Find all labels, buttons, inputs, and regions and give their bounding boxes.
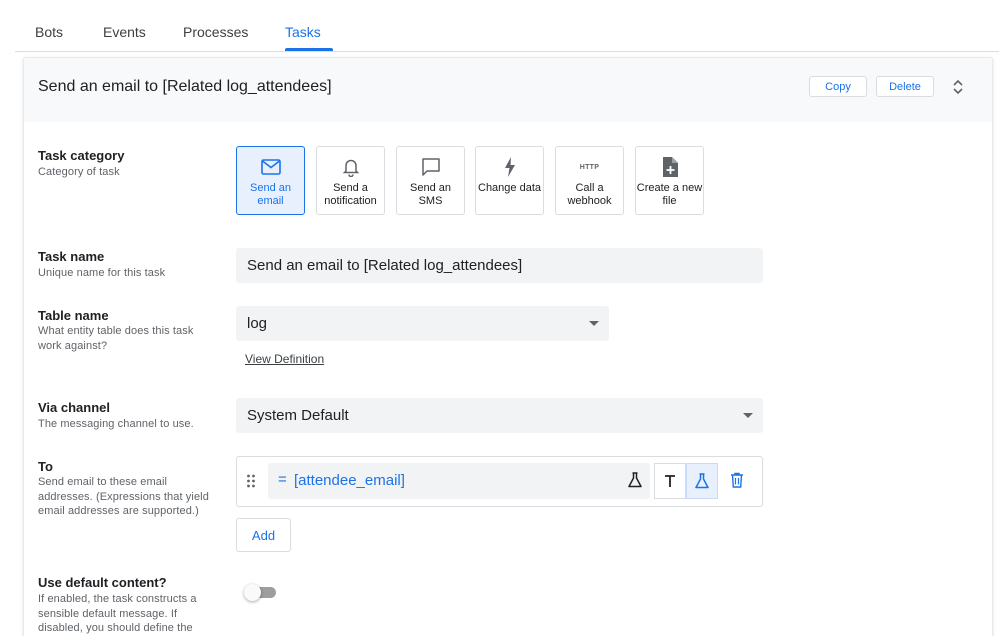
delete-button[interactable]: Delete — [876, 76, 934, 97]
task-name-input[interactable]: Send an email to [Related log_attendees] — [236, 248, 763, 283]
table-name-select[interactable]: log — [236, 306, 609, 341]
task-name-sublabel: Unique name for this task — [38, 267, 166, 279]
task-card-header: Send an email to [Related log_attendees]… — [24, 58, 992, 122]
via-channel-sublabel: The messaging channel to use. — [38, 418, 194, 430]
via-channel-value: System Default — [247, 407, 349, 424]
category-label: Call a webhook — [567, 182, 612, 207]
category-label: Create a new file — [636, 182, 703, 207]
use-default-content-toggle[interactable] — [244, 584, 278, 601]
bell-icon — [340, 156, 362, 178]
task-name-value: Send an email to [Related log_attendees] — [247, 257, 523, 274]
dropdown-caret-icon — [743, 413, 753, 418]
category-send-email[interactable]: Send an email — [236, 146, 305, 215]
task-category-sublabel: Category of task — [38, 166, 120, 178]
task-card: Send an email to [Related log_attendees]… — [23, 57, 993, 636]
table-name-label: Table name — [38, 308, 109, 323]
use-default-content-label: Use default content? — [38, 575, 167, 590]
expand-collapse-icon[interactable] — [951, 78, 965, 96]
to-expression-input[interactable]: = [attendee_email] — [268, 463, 650, 499]
to-list-item: = [attendee_email] — [236, 456, 763, 507]
tab-events[interactable]: Events — [103, 24, 146, 40]
via-channel-select[interactable]: System Default — [236, 398, 763, 433]
drag-handle-icon[interactable] — [246, 474, 256, 488]
category-create-file[interactable]: Create a new file — [635, 146, 704, 215]
category-label: Change data — [478, 182, 541, 194]
tab-bar: Bots Events Processes Tasks — [15, 0, 999, 52]
tab-processes[interactable]: Processes — [183, 24, 248, 40]
http-icon-text: HTTP — [579, 163, 600, 171]
expression-equals: = — [278, 471, 287, 488]
copy-button[interactable]: Copy — [809, 76, 867, 97]
task-title: Send an email to [Related log_attendees] — [38, 78, 332, 95]
to-label: To — [38, 459, 53, 474]
table-name-sublabel: What entity table does this task work ag… — [38, 325, 194, 352]
category-label: Send a notification — [324, 182, 377, 207]
category-label: Send an email — [250, 182, 291, 207]
tab-bots[interactable]: Bots — [35, 24, 63, 40]
mail-icon — [260, 156, 282, 178]
expression-mode-button[interactable] — [686, 463, 718, 499]
chat-bubble-icon — [420, 156, 442, 178]
flask-icon[interactable] — [628, 472, 642, 488]
category-label: Send an SMS — [410, 182, 451, 207]
toggle-knob — [244, 584, 261, 601]
category-send-sms[interactable]: Send an SMS — [396, 146, 465, 215]
flask-icon — [695, 473, 709, 489]
trash-icon[interactable] — [730, 472, 744, 488]
to-sublabel: Send email to these email addresses. (Ex… — [38, 476, 209, 517]
lightning-icon — [499, 156, 521, 178]
dropdown-caret-icon — [589, 321, 599, 326]
table-name-value: log — [247, 315, 268, 332]
text-mode-button[interactable] — [654, 463, 686, 499]
tab-tasks[interactable]: Tasks — [285, 24, 321, 40]
category-call-webhook[interactable]: HTTP Call a webhook — [555, 146, 624, 215]
category-change-data[interactable]: Change data — [475, 146, 544, 215]
use-default-content-sublabel: If enabled, the task constructs a sensib… — [38, 593, 197, 634]
text-format-icon — [665, 475, 675, 487]
task-name-label: Task name — [38, 249, 105, 264]
view-definition-link[interactable]: View Definition — [245, 352, 324, 366]
add-file-icon — [659, 156, 681, 178]
to-expression-value: [attendee_email] — [294, 472, 405, 489]
add-recipient-button[interactable]: Add — [236, 518, 291, 552]
task-category-label: Task category — [38, 148, 125, 163]
http-icon: HTTP — [579, 156, 601, 178]
via-channel-label: Via channel — [38, 400, 111, 415]
active-tab-indicator — [285, 48, 333, 51]
category-send-notification[interactable]: Send a notification — [316, 146, 385, 215]
